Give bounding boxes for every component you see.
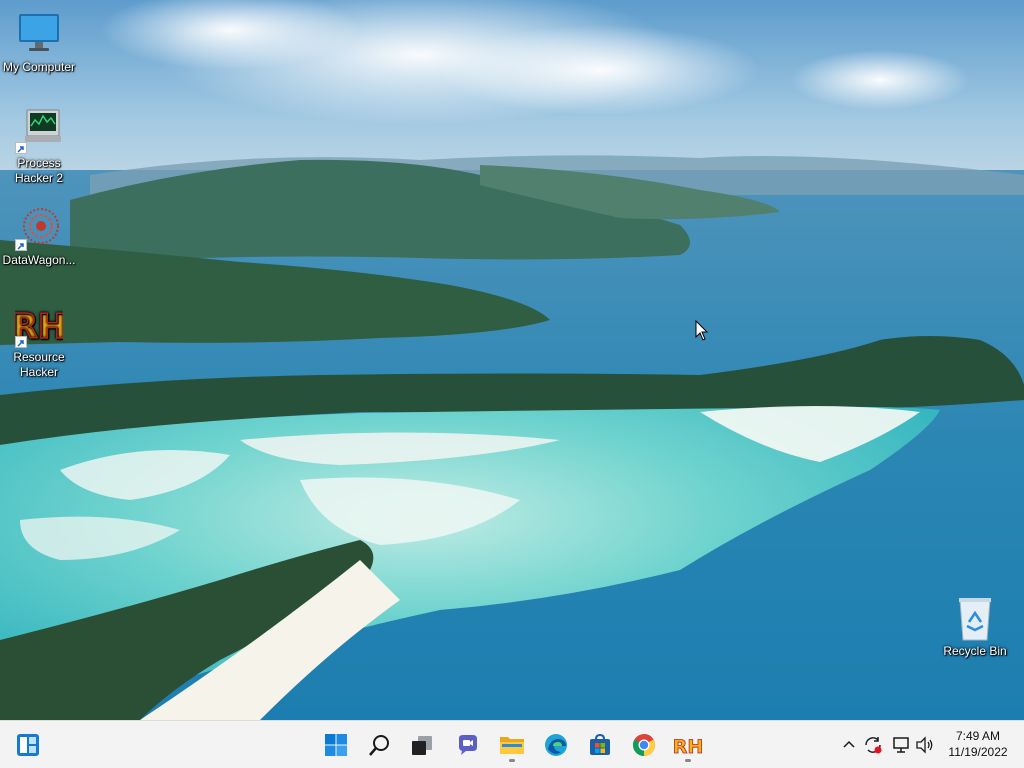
show-hidden-icons-button[interactable] xyxy=(838,733,860,757)
resource-hacker-icon: RH xyxy=(674,736,702,757)
volume-icon xyxy=(916,736,933,754)
resource-hacker-taskbar-button[interactable]: RH xyxy=(670,727,706,763)
wallpaper xyxy=(0,0,1024,720)
recycle-bin-label: Recycle Bin xyxy=(943,644,1007,658)
desktop[interactable]: My Computer Process Hacker 2 DataWagon..… xyxy=(0,0,1024,720)
search-icon xyxy=(369,735,389,756)
sync-icon xyxy=(865,737,882,754)
chrome-icon xyxy=(633,734,655,756)
mouse-cursor-icon xyxy=(695,320,709,341)
chat-icon xyxy=(459,735,477,755)
datawagon-icon xyxy=(15,205,63,251)
running-indicator xyxy=(685,759,691,762)
resource-hacker-taskbar-logo: RH xyxy=(674,736,702,757)
process-hacker-desktop-icon[interactable]: Process Hacker 2 xyxy=(0,108,78,186)
recycle-bin-desktop-icon[interactable]: Recycle Bin xyxy=(936,596,1014,659)
task-view-icon xyxy=(412,736,432,755)
shortcut-arrow-icon xyxy=(15,239,27,251)
volume-tray-button[interactable] xyxy=(914,733,936,757)
taskbar-clock[interactable]: 7:49 AM 11/19/2022 xyxy=(942,728,1014,760)
chat-button[interactable] xyxy=(450,727,486,763)
taskbar: RH 7:49 AM 11/19/2022 xyxy=(0,720,1024,768)
chrome-button[interactable] xyxy=(626,727,662,763)
store-button[interactable] xyxy=(582,727,618,763)
store-icon xyxy=(590,733,610,755)
process-hacker-icon xyxy=(15,108,63,154)
edge-icon xyxy=(545,734,567,756)
my-computer-desktop-icon[interactable]: My Computer xyxy=(0,12,78,75)
edge-button[interactable] xyxy=(538,727,574,763)
network-tray-button[interactable] xyxy=(890,733,912,757)
process-hacker-label: Process Hacker 2 xyxy=(14,156,64,185)
task-view-button[interactable] xyxy=(404,727,440,763)
my-computer-label: My Computer xyxy=(2,60,76,74)
chevron-up-icon xyxy=(843,740,855,748)
file-explorer-icon xyxy=(500,737,524,754)
network-icon xyxy=(893,737,909,753)
resource-hacker-label: Resource Hacker xyxy=(13,350,65,379)
widgets-button[interactable] xyxy=(10,727,46,763)
datawagon-label: DataWagon... xyxy=(2,253,76,267)
datawagon-desktop-icon[interactable]: DataWagon... xyxy=(0,205,78,268)
running-indicator xyxy=(509,759,515,762)
start-button[interactable] xyxy=(318,727,354,763)
clock-date: 11/19/2022 xyxy=(948,745,1008,759)
search-button[interactable] xyxy=(362,727,398,763)
resource-hacker-icon: RH xyxy=(11,302,67,348)
monitor-icon xyxy=(15,12,63,58)
shortcut-arrow-icon xyxy=(15,336,27,348)
clock-time: 7:49 AM xyxy=(955,729,1001,743)
file-explorer-button[interactable] xyxy=(494,727,530,763)
windows-start-icon xyxy=(325,734,347,756)
recycle-bin-icon xyxy=(951,596,999,642)
sync-tray-button[interactable] xyxy=(862,733,884,757)
widgets-icon xyxy=(17,734,39,756)
shortcut-arrow-icon xyxy=(15,142,27,154)
resource-hacker-desktop-icon[interactable]: RH Resource Hacker xyxy=(0,302,78,380)
